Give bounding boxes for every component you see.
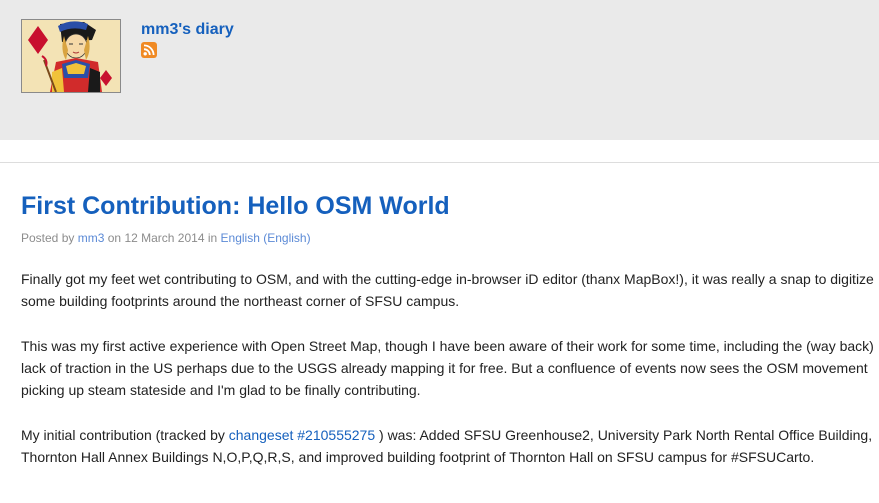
posted-by-label: Posted by (21, 231, 75, 245)
jack-of-diamonds-card-avatar (22, 20, 120, 92)
on-label: on (107, 231, 122, 245)
in-label: in (207, 231, 218, 245)
paragraph-text: My initial contribution (tracked by (21, 427, 229, 443)
avatar[interactable] (21, 19, 121, 93)
post-title-link[interactable]: First Contribution: Hello OSM World (21, 190, 450, 222)
post-paragraph: This was my first active experience with… (21, 338, 874, 398)
language-link[interactable]: English (English) (221, 231, 311, 245)
header-divider (0, 162, 879, 163)
post-date: 12 March 2014 (124, 231, 205, 245)
post-meta: Posted by mm3 on 12 March 2014 in Englis… (21, 230, 311, 246)
changeset-link[interactable]: changeset #210555275 (229, 427, 375, 443)
rss-icon[interactable] (141, 42, 157, 58)
author-link[interactable]: mm3 (78, 231, 105, 245)
diary-header: mm3's diary (0, 0, 879, 140)
diary-title-link[interactable]: mm3's diary (141, 20, 234, 40)
post-paragraph: Finally got my feet wet contributing to … (21, 271, 874, 309)
post-paragraph: My initial contribution (tracked by chan… (21, 424, 879, 468)
